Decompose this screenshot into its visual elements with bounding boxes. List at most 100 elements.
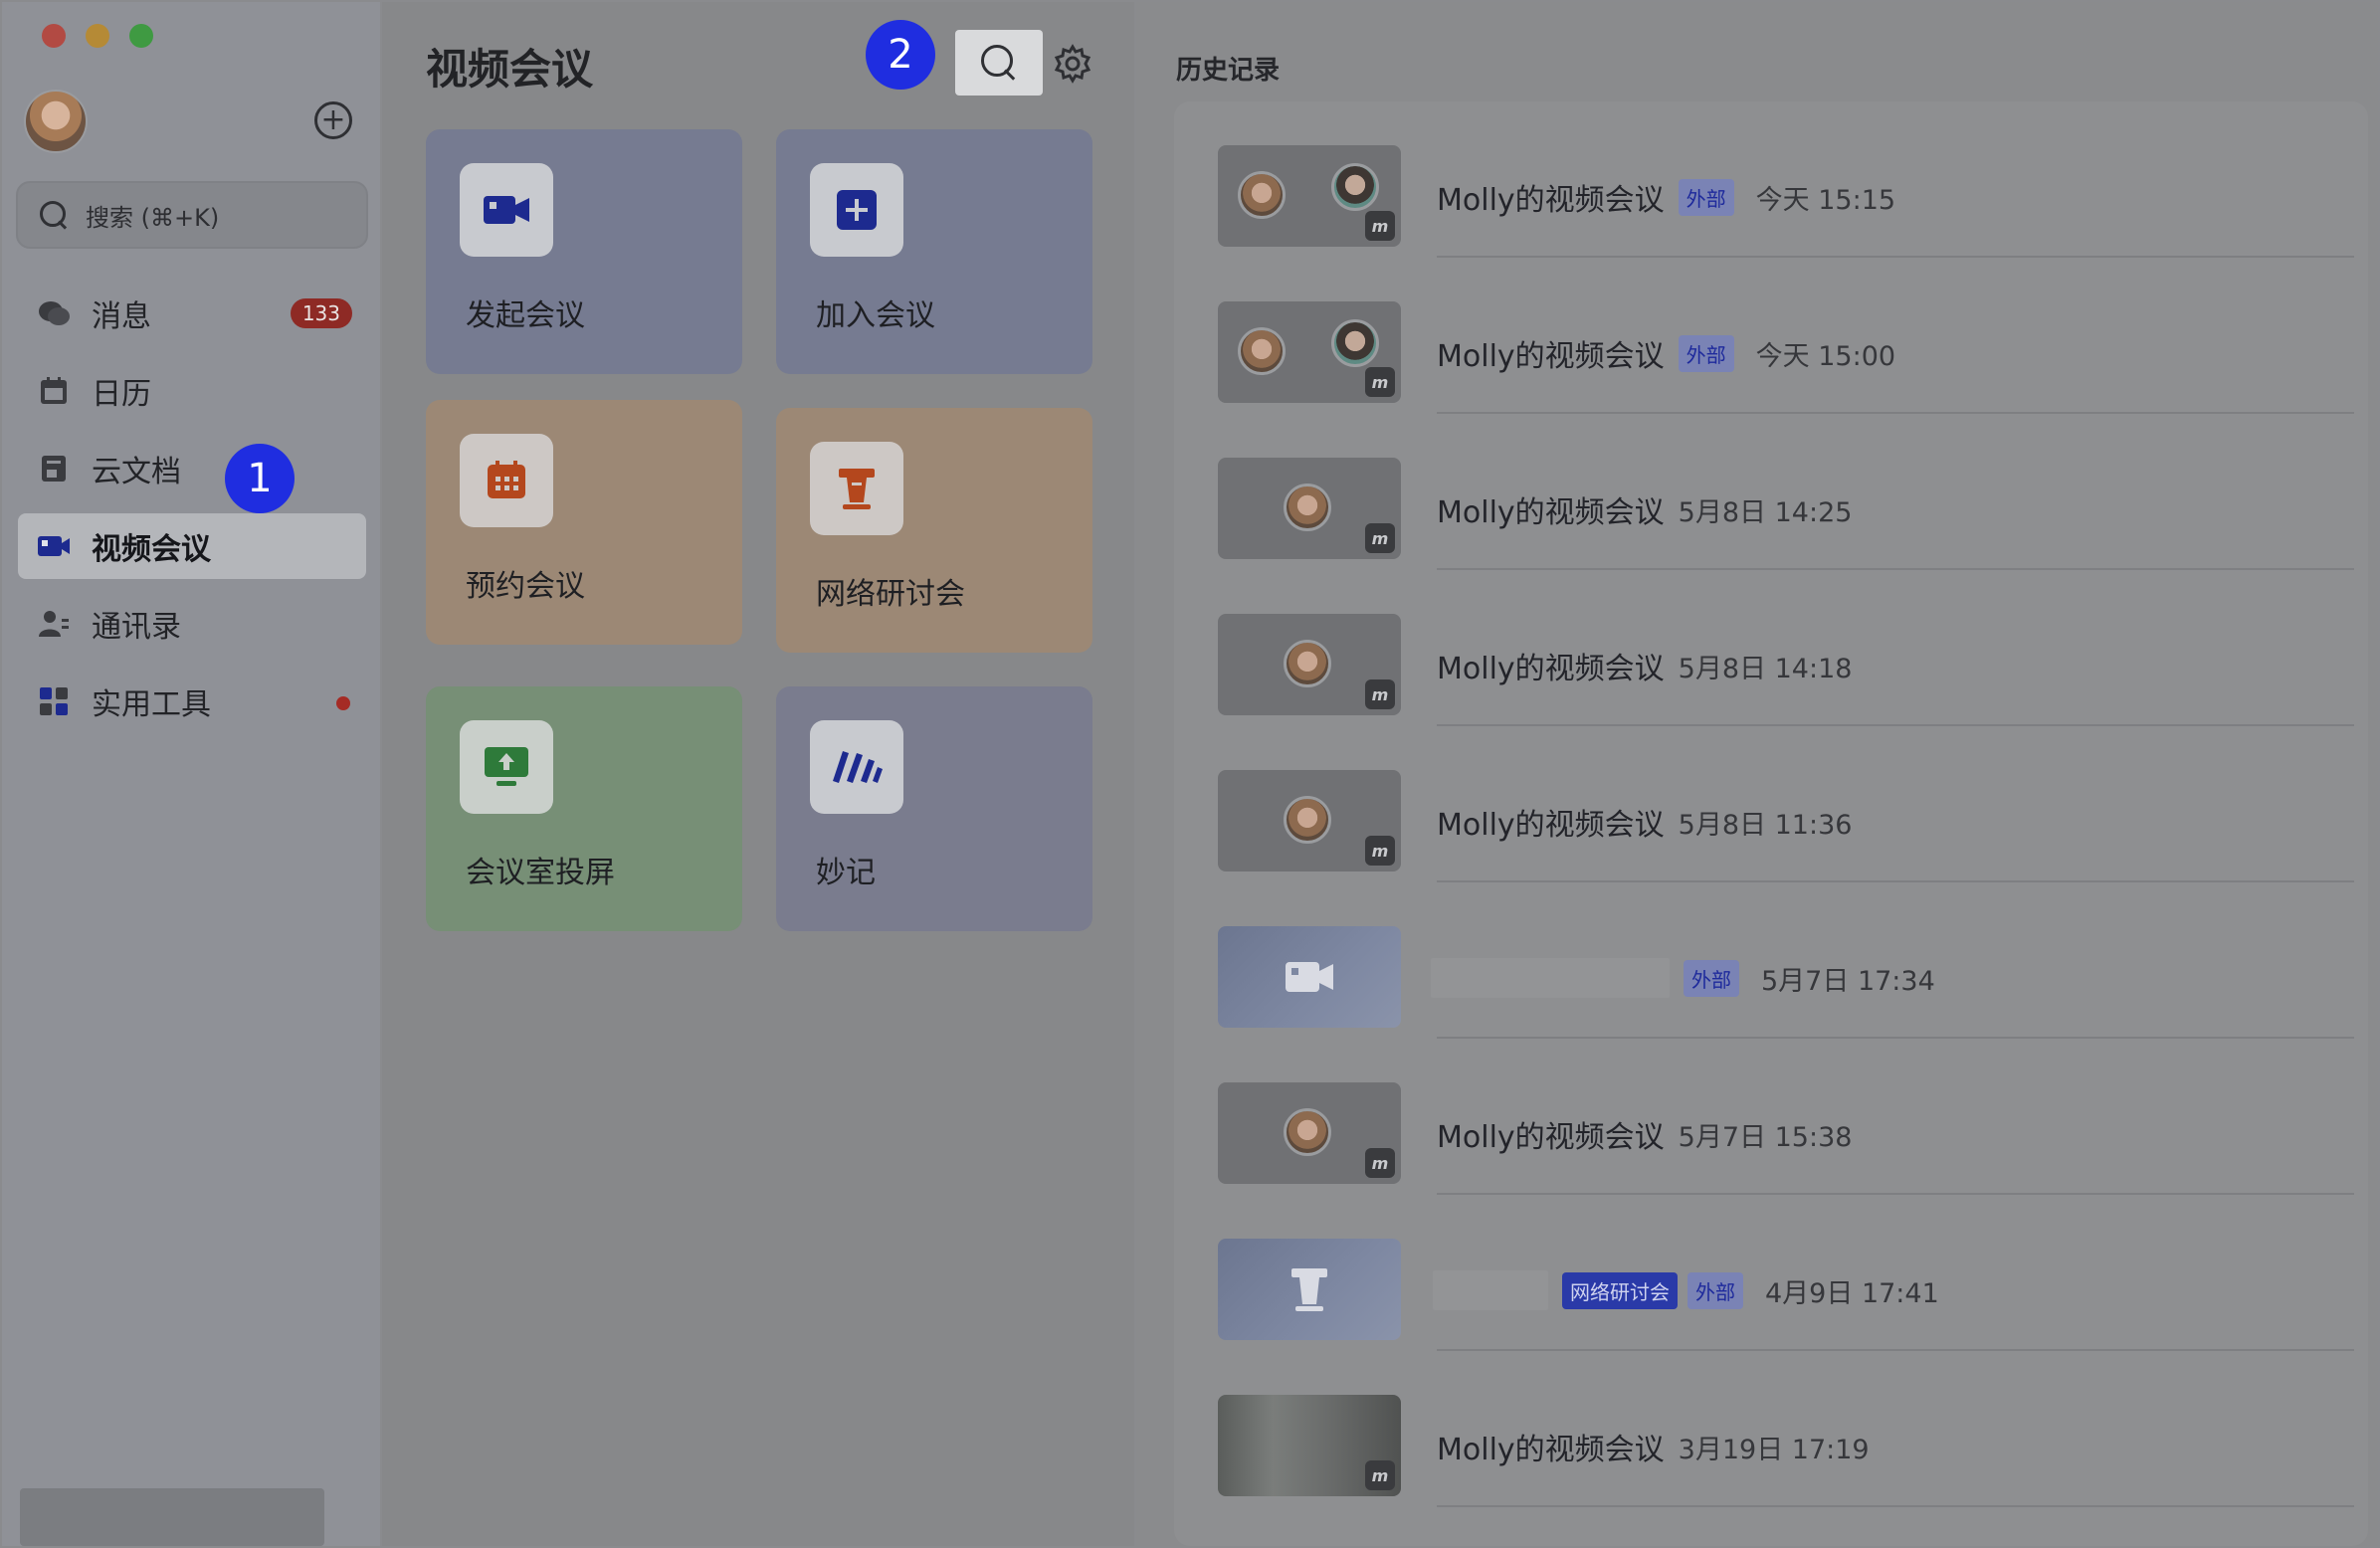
- search-button[interactable]: [955, 30, 1043, 96]
- step-marker-2: 2: [866, 20, 935, 90]
- apps-grid-icon: [36, 683, 72, 719]
- zoom-window-button[interactable]: [129, 24, 153, 48]
- meeting-name: Molly的视频会议: [1437, 652, 1665, 686]
- row-meta: Molly的视频会议 5月8日 11:36: [1437, 798, 1852, 846]
- meeting-name: Molly的视频会议: [1437, 1433, 1665, 1467]
- podium-icon: [1291, 1268, 1327, 1311]
- external-tag: 外部: [1684, 959, 1739, 997]
- sidebar-item-video-meetings[interactable]: 视频会议: [18, 513, 366, 579]
- contacts-icon: [36, 606, 72, 642]
- redacted-name: [1433, 1270, 1548, 1310]
- plus-square-icon: [810, 163, 903, 257]
- sidebar-item-label: 消息: [92, 299, 151, 334]
- notification-dot: [336, 696, 350, 710]
- meeting-time: 5月8日 14:25: [1678, 496, 1853, 528]
- meeting-thumbnail: m: [1218, 145, 1401, 247]
- sidebar-item-messages[interactable]: 消息 133: [18, 281, 366, 346]
- webinar-tag: 网络研讨会: [1562, 1271, 1678, 1309]
- tile-room-screen-share[interactable]: 会议室投屏: [426, 686, 742, 931]
- close-window-button[interactable]: [42, 24, 66, 48]
- sidebar-search[interactable]: 搜索 (⌘+K): [16, 181, 368, 249]
- document-icon: [36, 451, 72, 486]
- calendar-icon: [36, 373, 72, 409]
- minutes-icon: m: [1365, 1148, 1395, 1178]
- redacted-name: [1431, 958, 1670, 998]
- minutes-icon: m: [1365, 679, 1395, 709]
- add-button[interactable]: +: [314, 101, 352, 139]
- meeting-thumbnail: m: [1218, 614, 1401, 715]
- history-title: 历史记录: [1176, 56, 1281, 86]
- minutes-icon: m: [1365, 836, 1395, 866]
- meeting-thumbnail: m: [1218, 1395, 1401, 1496]
- history-row[interactable]: m Molly的视频会议 5月7日 15:38: [1174, 1039, 2368, 1195]
- podium-icon: [810, 442, 903, 535]
- history-row[interactable]: m Molly的视频会议 外部 今天 15:00: [1174, 258, 2368, 414]
- chat-bubble-icon: [36, 295, 72, 331]
- external-tag: 外部: [1678, 334, 1734, 372]
- sidebar-item-contacts[interactable]: 通讯录: [18, 591, 366, 657]
- meeting-time: 今天 15:15: [1755, 184, 1896, 216]
- meeting-time: 5月8日 11:36: [1678, 809, 1853, 841]
- meeting-name: Molly的视频会议: [1437, 183, 1665, 218]
- video-camera-icon: [36, 528, 72, 564]
- meeting-time: 今天 15:00: [1755, 340, 1896, 372]
- search-icon: [40, 201, 68, 229]
- history-row[interactable]: m Molly的视频会议 3月19日 17:19: [1174, 1351, 2368, 1507]
- participant-avatar: [1238, 327, 1286, 375]
- history-row[interactable]: m Molly的视频会议 5月8日 14:18: [1174, 570, 2368, 726]
- screen-share-icon: [460, 720, 553, 814]
- tile-webinar[interactable]: 网络研讨会: [776, 408, 1092, 653]
- avatar[interactable]: [24, 90, 88, 153]
- meeting-thumbnail: m: [1218, 770, 1401, 871]
- calendar-schedule-icon: [460, 434, 553, 527]
- tile-label: 网络研讨会: [816, 577, 965, 612]
- meeting-thumbnail: m: [1218, 1082, 1401, 1184]
- step-marker-1: 1: [225, 444, 295, 513]
- tile-minutes[interactable]: 妙记: [776, 686, 1092, 931]
- sidebar: + 搜索 (⌘+K) 消息 133 日历 云文档 视频会议 通讯录 实用工具: [2, 2, 380, 1546]
- tile-join-meeting[interactable]: 加入会议: [776, 129, 1092, 374]
- history-list: m Molly的视频会议 外部 今天 15:15 m Molly的视频会议 外部…: [1174, 101, 2368, 1546]
- history-row[interactable]: m Molly的视频会议 5月8日 11:36: [1174, 726, 2368, 882]
- participant-avatar: [1284, 484, 1331, 531]
- gear-icon[interactable]: [1053, 44, 1092, 84]
- minutes-icon: m: [1365, 367, 1395, 397]
- sidebar-footer: [20, 1488, 324, 1546]
- row-meta: Molly的视频会议 5月8日 14:18: [1437, 642, 1852, 689]
- row-meta: Molly的视频会议 外部 今天 15:15: [1437, 173, 1895, 221]
- sidebar-item-tools[interactable]: 实用工具: [18, 669, 366, 734]
- sidebar-item-docs[interactable]: 云文档: [18, 436, 366, 501]
- tile-schedule-meeting[interactable]: 预约会议: [426, 400, 742, 645]
- sidebar-item-label: 通讯录: [92, 610, 181, 645]
- minimize-window-button[interactable]: [86, 24, 109, 48]
- minutes-icon: m: [1365, 211, 1395, 241]
- participant-avatar: [1284, 1108, 1331, 1156]
- history-row[interactable]: 网络研讨会 外部 4月9日 17:41: [1174, 1195, 2368, 1351]
- row-meta: Molly的视频会议 5月8日 14:25: [1437, 485, 1852, 533]
- participant-avatar: [1331, 163, 1379, 211]
- sidebar-nav: 消息 133 日历 云文档 视频会议 通讯录 实用工具: [18, 281, 366, 746]
- search-icon: [981, 45, 1017, 81]
- app-window: + 搜索 (⌘+K) 消息 133 日历 云文档 视频会议 通讯录 实用工具 1…: [0, 0, 2380, 1548]
- participant-avatar: [1284, 640, 1331, 687]
- meeting-name: Molly的视频会议: [1437, 1120, 1665, 1155]
- participant-avatar: [1331, 319, 1379, 367]
- tile-label: 发起会议: [466, 298, 585, 333]
- tile-label: 妙记: [816, 856, 876, 890]
- meeting-thumbnail: m: [1218, 301, 1401, 403]
- tile-label: 会议室投屏: [466, 856, 615, 890]
- history-section: 历史记录 m Molly的视频会议 外部 今天 15:15 m Molly的视频…: [1136, 2, 2378, 1546]
- minutes-icon: m: [1365, 523, 1395, 553]
- sidebar-item-calendar[interactable]: 日历: [18, 358, 366, 424]
- participant-avatar: [1284, 796, 1331, 844]
- participant-avatar: [1238, 171, 1286, 219]
- history-row[interactable]: m Molly的视频会议 外部 今天 15:15: [1174, 101, 2368, 258]
- divider: [1437, 1505, 2354, 1507]
- video-camera-icon: [1286, 962, 1333, 992]
- history-row[interactable]: 外部 5月7日 17:34: [1174, 882, 2368, 1039]
- history-row[interactable]: m Molly的视频会议 5月8日 14:25: [1174, 414, 2368, 570]
- tile-start-meeting[interactable]: 发起会议: [426, 129, 742, 374]
- meeting-name: Molly的视频会议: [1437, 808, 1665, 843]
- sidebar-item-label: 实用工具: [92, 687, 211, 722]
- meeting-time: 5月8日 14:18: [1678, 653, 1853, 684]
